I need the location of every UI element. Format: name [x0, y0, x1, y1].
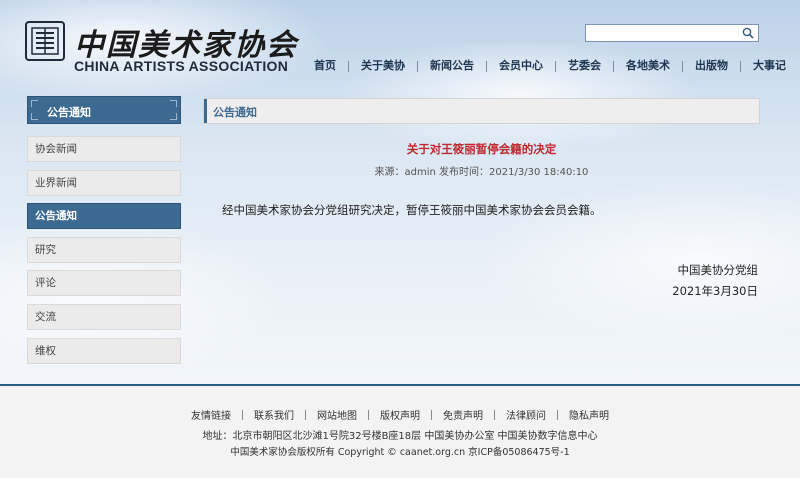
sidebar-item-exchange[interactable]: 交流	[27, 303, 181, 330]
article-body: 经中国美术家协会分党组研究决定，暂停王筱丽中国美术家协会会员会籍。	[222, 203, 602, 217]
nav-art-committee[interactable]: 艺委会	[556, 59, 613, 73]
article-title: 关于对王筱丽暂停会籍的决定	[406, 142, 557, 156]
sidebar-item-announcements[interactable]: 公告通知	[27, 203, 181, 230]
signature-organization: 中国美协分党组	[677, 263, 759, 277]
footer-link-copyright[interactable]: 版权声明	[369, 407, 431, 422]
nav-home[interactable]: 首页	[302, 59, 348, 73]
corner-ornament	[31, 100, 38, 107]
footer-links: 友情链接 联系我们 网站地图 版权声明 免责声明 法律顾问 隐私声明	[0, 407, 800, 422]
nav-events[interactable]: 大事记	[741, 59, 798, 73]
signature-date: 2021年3月30日	[672, 284, 758, 298]
footer-copyright: 中国美术家协会版权所有 Copyright © caanet.org.cn 京I…	[230, 447, 570, 458]
nav-members[interactable]: 会员中心	[487, 59, 555, 73]
search-input[interactable]	[586, 25, 744, 41]
corner-ornament	[170, 113, 177, 120]
nav-news[interactable]: 新闻公告	[418, 59, 486, 73]
sidebar-title-label: 公告通知	[47, 106, 91, 119]
sidebar-title: 公告通知	[27, 96, 181, 124]
logo-english-name: CHINA ARTISTS ASSOCIATION	[74, 58, 289, 74]
search-box[interactable]	[585, 24, 759, 42]
main-nav: 首页 关于美协 新闻公告 会员中心 艺委会 各地美术 出版物 大事记	[302, 58, 798, 74]
footer-link-sitemap[interactable]: 网站地图	[306, 407, 368, 422]
sidebar-item-association-news[interactable]: 协会新闻	[27, 136, 181, 162]
footer-link-contact[interactable]: 联系我们	[243, 407, 305, 422]
footer-address: 地址：北京市朝阳区北沙滩1号院32号楼B座18层 中国美协办公室 中国美协数字信…	[202, 431, 598, 442]
footer: 友情链接 联系我们 网站地图 版权声明 免责声明 法律顾问 隐私声明 地址：北京…	[0, 386, 800, 478]
nav-about[interactable]: 关于美协	[349, 59, 417, 73]
nav-regional-art[interactable]: 各地美术	[614, 59, 682, 73]
sidebar-item-rights[interactable]: 维权	[27, 337, 181, 364]
site-logo[interactable]: 中国美术家协会 CHINA ARTISTS ASSOCIATION	[24, 18, 296, 74]
section-header-accent	[204, 99, 207, 123]
section-header: 公告通知	[203, 98, 760, 124]
nav-publications[interactable]: 出版物	[683, 59, 740, 73]
corner-ornament	[170, 100, 177, 107]
corner-ornament	[31, 113, 38, 120]
footer-link-privacy[interactable]: 隐私声明	[558, 407, 620, 422]
search-icon[interactable]	[742, 27, 754, 39]
sidebar-item-research[interactable]: 研究	[27, 236, 181, 263]
sidebar-menu: 协会新闻 业界新闻 公告通知 研究 评论 交流 维权	[27, 136, 181, 371]
article-meta: 来源：admin 发布时间：2021/3/30 18:40:10	[374, 167, 589, 178]
footer-link-friends[interactable]: 友情链接	[180, 407, 242, 422]
footer-link-disclaimer[interactable]: 免责声明	[432, 407, 494, 422]
section-title: 公告通知	[213, 106, 257, 119]
association-emblem-icon	[25, 21, 65, 61]
sidebar-item-reviews[interactable]: 评论	[27, 270, 181, 297]
footer-link-legal-counsel[interactable]: 法律顾问	[495, 407, 557, 422]
sidebar-item-industry-news[interactable]: 业界新闻	[27, 169, 181, 196]
